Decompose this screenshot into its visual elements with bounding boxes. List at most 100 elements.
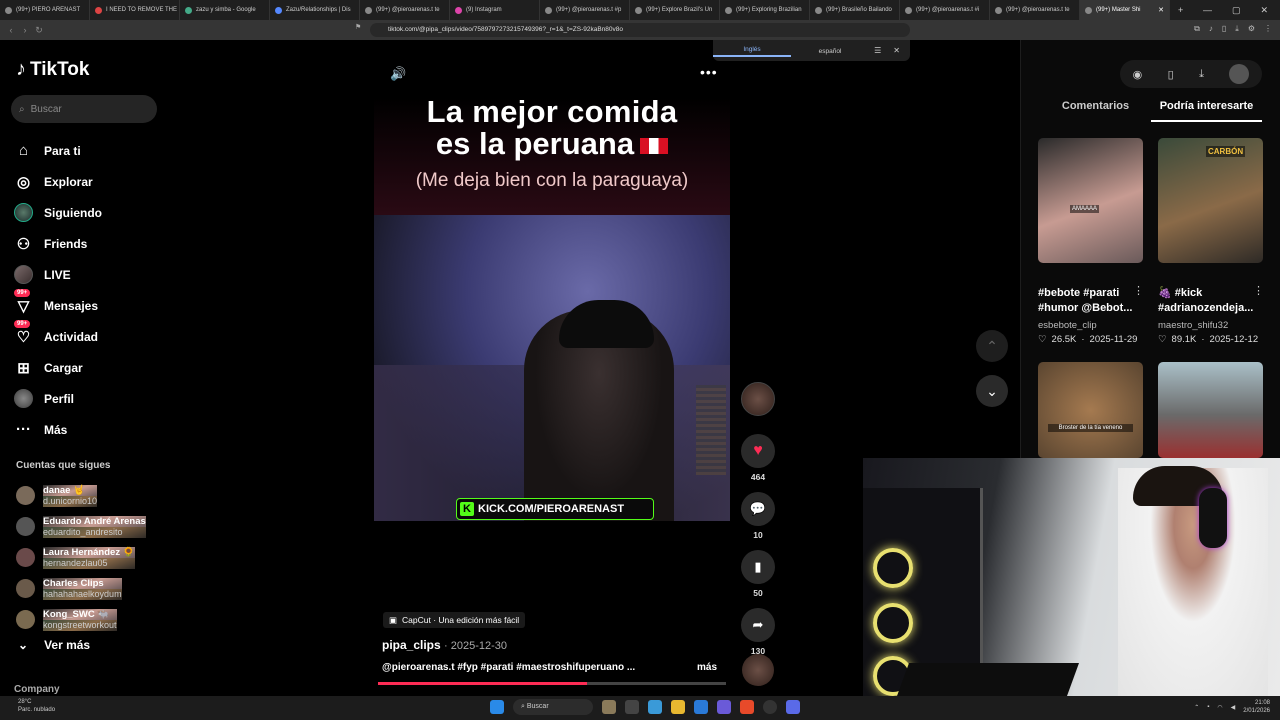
nav-item-live[interactable]: LIVE (14, 259, 164, 290)
music-icon[interactable]: ♪ (1209, 24, 1213, 34)
share-button[interactable]: ➦ (741, 608, 775, 642)
task-view-icon[interactable] (625, 700, 639, 714)
browser-tab[interactable]: (99+) Brasileño Bailando (810, 0, 900, 20)
phone-icon[interactable]: ▯ (1168, 68, 1174, 81)
nav-item-cargar[interactable]: ⊞ Cargar (14, 352, 164, 383)
avatar[interactable] (1229, 64, 1250, 84)
browser-tab[interactable]: (99+) Exploring Brazilian (720, 0, 810, 20)
translate-close-icon[interactable]: ✕ (893, 46, 900, 55)
discord-icon[interactable] (786, 700, 800, 714)
download-icon[interactable]: ⤓ (1199, 68, 1204, 81)
minimize-icon[interactable]: — (1203, 5, 1212, 16)
card-user[interactable]: esbebote_clip (1038, 320, 1097, 331)
windows-start-icon[interactable] (490, 700, 504, 714)
back-icon[interactable]: ‹ (4, 25, 18, 35)
browser-tab[interactable]: (99+) Explore Brazil's Un (630, 0, 720, 20)
new-tab-icon[interactable]: + (1170, 5, 1183, 15)
browser-tab[interactable]: zazu y simba - Google (180, 0, 270, 20)
close-tab-icon[interactable]: ✕ (1158, 6, 1164, 14)
next-video-button[interactable]: ⌄ (976, 375, 1008, 407)
nav-item-perfil[interactable]: Perfil (14, 383, 164, 414)
nav-item-actividad[interactable]: ♡ 99+ Actividad (14, 320, 164, 352)
translate-menu-icon[interactable]: ☰ (874, 46, 881, 55)
browser-tab-active[interactable]: (99+) Master Shi ✕ (1080, 0, 1170, 20)
close-window-icon[interactable]: ✕ (1260, 5, 1268, 16)
card-user[interactable]: maestro_shifu32 (1158, 320, 1228, 331)
search-input[interactable]: ⌕ Buscar (11, 95, 157, 123)
video-author[interactable]: pipa_clips · 2025-12-30 (382, 638, 507, 652)
browser-tab[interactable]: (99+) @pieroarenas.t te (990, 0, 1080, 20)
tray-chevron-icon[interactable]: ⌃ (1194, 704, 1199, 711)
tab-favicon-icon (185, 6, 192, 14)
tab-comentarios[interactable]: Comentarios (1040, 100, 1151, 122)
volume-icon[interactable]: 🔊 (390, 66, 406, 82)
extensions-icon[interactable]: ⧉ (1194, 24, 1200, 34)
menu-icon[interactable]: ⋮ (1264, 24, 1272, 34)
nav-item-siguiendo[interactable]: Siguiendo (14, 197, 164, 228)
see-more-button[interactable]: ⌄ Ver más (18, 638, 90, 652)
bookmark-icon[interactable]: ⚑ (355, 23, 361, 31)
save-button[interactable]: ▮ (741, 550, 775, 584)
suggested-video-thumbnail[interactable] (1038, 362, 1143, 458)
nav-item-mensajes[interactable]: ▽ 99+ Mensajes (14, 289, 164, 321)
brave-icon[interactable] (740, 700, 754, 714)
following-item[interactable]: Laura Hernández 🌻 hernandezlau05 (16, 542, 166, 573)
url-field[interactable]: tiktok.com/@pipa_clips/video/75897972732… (370, 23, 910, 37)
nav-item-explorar[interactable]: ◎ Explorar (14, 166, 164, 197)
suggested-video-thumbnail[interactable] (1038, 138, 1143, 263)
card-title[interactable]: 🍇 #kick #adrianozendeja... (1158, 286, 1254, 316)
copilot-icon[interactable] (648, 700, 662, 714)
app-icon[interactable] (763, 700, 777, 714)
previous-video-button[interactable]: ⌃ (976, 330, 1008, 362)
browser-tab[interactable]: I NEED TO REMOVE THE (90, 0, 180, 20)
suggested-video-thumbnail[interactable] (1158, 362, 1263, 458)
download-icon[interactable]: ⤓ (1235, 24, 1239, 34)
comment-button[interactable]: 💬 (741, 492, 775, 526)
file-explorer-icon[interactable] (671, 700, 685, 714)
widgets-icon[interactable] (602, 700, 616, 714)
edge-icon[interactable] (694, 700, 708, 714)
following-item[interactable]: danae 🤘 d.unicornio10 (16, 480, 166, 511)
following-item[interactable]: Charles Clips hahahahaelkoydum (16, 573, 166, 604)
maximize-icon[interactable]: ▢ (1232, 5, 1241, 16)
more-options-icon[interactable]: ••• (700, 64, 718, 80)
card-title[interactable]: #bebote #parati #humor @Bebot... (1038, 286, 1134, 316)
clock[interactable]: 21:08 2/01/2026 (1243, 699, 1270, 715)
card-more-icon[interactable]: ⋮ (1133, 284, 1144, 297)
sidebar-icon[interactable]: ▯ (1222, 24, 1226, 34)
browser-tab[interactable]: (99+) @pieroarenas.t #i (900, 0, 990, 20)
wifi-icon[interactable]: ◠ (1217, 704, 1222, 711)
tray-app-icon[interactable]: ▪ (1207, 704, 1209, 710)
creator-avatar[interactable] (741, 382, 775, 416)
settings-icon[interactable]: ⚙ (1248, 24, 1255, 34)
following-item[interactable]: Kong_SWC 🐃 kongstreetworkout (16, 604, 166, 635)
nav-item-para-ti[interactable]: ⌂ Para ti (14, 135, 164, 166)
like-button[interactable]: ♥ (741, 434, 775, 468)
music-disc-avatar[interactable] (742, 654, 774, 686)
translate-target-language[interactable]: español (791, 46, 869, 55)
company-link[interactable]: Company (14, 684, 60, 695)
card-more-icon[interactable]: ⋮ (1253, 284, 1264, 297)
reload-icon[interactable]: ↻ (32, 25, 46, 36)
browser-tab[interactable]: (99+) PIERO ARENAST (0, 0, 90, 20)
forward-icon[interactable]: › (18, 25, 32, 35)
teams-icon[interactable] (717, 700, 731, 714)
compass-icon[interactable]: ◉ (1133, 68, 1143, 81)
browser-tab[interactable]: Zazu/Relationships | Dis (270, 0, 360, 20)
video-progress-bar[interactable] (378, 682, 726, 685)
tiktok-logo[interactable]: ♪ TikTok (16, 58, 89, 81)
more-button[interactable]: más (697, 662, 717, 673)
speaker-icon[interactable]: ◀ (1231, 704, 1236, 711)
video-player[interactable] (374, 215, 730, 521)
following-item[interactable]: Eduardo André Arenas eduardito_andresito (16, 511, 166, 542)
taskbar-search[interactable]: ⌕ Buscar (513, 699, 593, 715)
weather-widget[interactable]: 28°C Parc. nublado (18, 698, 55, 714)
browser-tab[interactable]: (99+) @pieroarenas.t #p (540, 0, 630, 20)
tab-podria-interesarte[interactable]: Podría interesarte (1151, 100, 1262, 122)
nav-item-friends[interactable]: ⚇ Friends (14, 228, 164, 259)
translate-source-language[interactable]: Inglés (713, 44, 791, 57)
nav-item-mas[interactable]: ··· Más (14, 414, 164, 445)
browser-tab[interactable]: (9) Instagram (450, 0, 540, 20)
capcut-tag[interactable]: ▣ CapCut · Una edición más fácil (383, 612, 526, 628)
browser-tab[interactable]: (99+) @pieroarenas.t te (360, 0, 450, 20)
